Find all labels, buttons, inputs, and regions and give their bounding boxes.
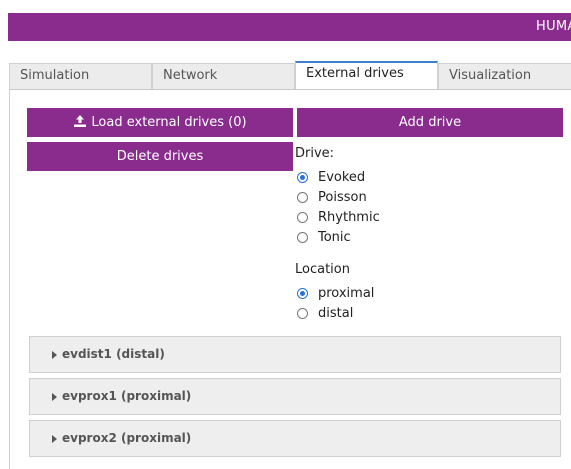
header-bar: HUMAN NEOCORTICAL NEUROSOLVER bbox=[8, 13, 571, 41]
upload-icon bbox=[74, 115, 87, 127]
caret-right-icon bbox=[52, 351, 57, 359]
accordion-title: evprox2 (proximal) bbox=[62, 431, 192, 445]
location-label: Location bbox=[295, 262, 350, 277]
tab-label: Visualization bbox=[449, 68, 532, 83]
drive-option-poisson[interactable]: Poisson bbox=[297, 188, 367, 206]
location-option-proximal[interactable]: proximal bbox=[297, 284, 374, 302]
radio-label: Rhythmic bbox=[318, 209, 380, 225]
radio-button[interactable] bbox=[297, 231, 308, 243]
delete-button-label: Delete drives bbox=[116, 149, 204, 164]
tab-visualization[interactable]: Visualization bbox=[438, 63, 571, 89]
drive-accordion-evdist1[interactable]: evdist1 (distal) bbox=[29, 336, 561, 373]
radio-button[interactable] bbox=[297, 307, 308, 319]
drive-accordion-evprox1[interactable]: evprox1 (proximal) bbox=[29, 378, 561, 415]
drive-option-rhythmic[interactable]: Rhythmic bbox=[297, 208, 380, 226]
load-button-label: Load external drives (0) bbox=[91, 115, 247, 130]
app-root: HUMAN NEOCORTICAL NEUROSOLVER Simulation… bbox=[0, 0, 571, 469]
tab-bar: Simulation Network External drives Visua… bbox=[9, 61, 571, 90]
drive-option-tonic[interactable]: Tonic bbox=[297, 228, 351, 246]
radio-label: Tonic bbox=[318, 229, 351, 245]
drive-label: Drive: bbox=[295, 146, 335, 161]
load-external-drives-button[interactable]: Load external drives (0) bbox=[27, 108, 293, 137]
radio-label: Evoked bbox=[318, 169, 366, 185]
caret-right-icon bbox=[52, 393, 57, 401]
drive-option-evoked[interactable]: Evoked bbox=[297, 168, 365, 186]
radio-button[interactable] bbox=[297, 171, 308, 183]
accordion-title: evdist1 (distal) bbox=[62, 347, 165, 361]
add-button-label: Add drive bbox=[398, 115, 462, 130]
tab-label: Simulation bbox=[20, 68, 90, 83]
tab-simulation[interactable]: Simulation bbox=[9, 63, 152, 89]
tab-label: External drives bbox=[306, 66, 404, 81]
radio-button[interactable] bbox=[297, 287, 308, 299]
radio-label: distal bbox=[318, 305, 354, 321]
delete-drives-button[interactable]: Delete drives bbox=[27, 142, 293, 171]
accordion-title: evprox1 (proximal) bbox=[62, 389, 192, 403]
tab-external-drives[interactable]: External drives bbox=[295, 61, 438, 89]
tab-label: Network bbox=[163, 68, 218, 83]
radio-button[interactable] bbox=[297, 191, 308, 203]
app-title: HUMAN NEOCORTICAL NEUROSOLVER bbox=[536, 19, 571, 34]
tab-network[interactable]: Network bbox=[152, 63, 295, 89]
caret-right-icon bbox=[52, 435, 57, 443]
radio-label: Poisson bbox=[318, 189, 367, 205]
location-option-distal[interactable]: distal bbox=[297, 304, 353, 322]
drive-accordion-evprox2[interactable]: evprox2 (proximal) bbox=[29, 420, 561, 457]
radio-button[interactable] bbox=[297, 211, 308, 223]
add-drive-button[interactable]: Add drive bbox=[297, 108, 563, 137]
radio-label: proximal bbox=[318, 285, 375, 301]
